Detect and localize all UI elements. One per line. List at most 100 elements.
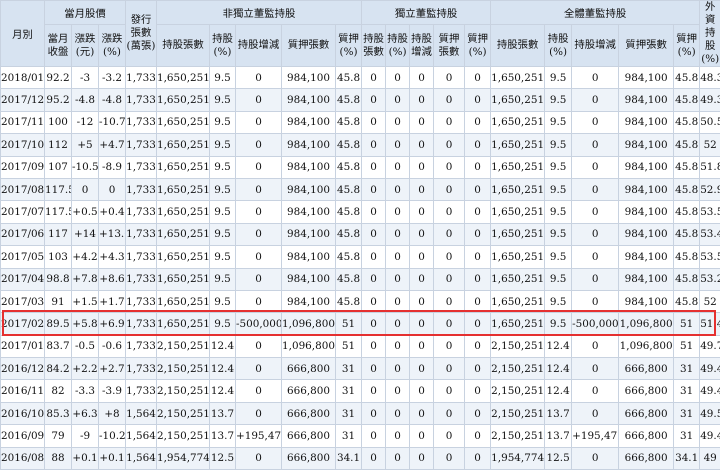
table-row: 2017/10112+5+4.71,7331,650,2519.50984,10… bbox=[1, 134, 720, 156]
month-cell[interactable]: 2017/08 bbox=[1, 178, 45, 200]
month-cell[interactable]: 2017/12 bbox=[1, 89, 45, 111]
month-cell[interactable]: 2016/12 bbox=[1, 358, 45, 380]
all-hold-change-cell: 0 bbox=[572, 67, 619, 89]
month-cell[interactable]: 2017/02 bbox=[1, 313, 45, 335]
month-cell[interactable]: 2017/03 bbox=[1, 290, 45, 312]
all-pledge-pct-cell: 45.8 bbox=[674, 201, 700, 223]
table-row: 2017/07117.5+0.5+0.41,7331,650,2519.5098… bbox=[1, 201, 720, 223]
month-cell[interactable]: 2017/06 bbox=[1, 223, 45, 245]
table-row: 2016/1182-3.3-3.91,7332,150,25112.40666,… bbox=[1, 380, 720, 402]
non-indep-hold-change-cell: 0 bbox=[236, 111, 282, 133]
month-cell[interactable]: 2017/05 bbox=[1, 246, 45, 268]
non-indep-pledge-pct-cell: 51 bbox=[336, 335, 362, 357]
non-indep-pledge-cell: 1,096,800 bbox=[282, 335, 336, 357]
issued-shares-cell: 1,733 bbox=[126, 313, 157, 335]
all-pledge-cell: 984,100 bbox=[619, 201, 674, 223]
table-row: 2017/0498.8+7.8+8.61,7331,650,2519.50984… bbox=[1, 268, 720, 290]
price-change-pct-cell: -3.2 bbox=[99, 67, 126, 89]
non-indep-hold-cell: 1,650,251 bbox=[157, 89, 210, 111]
table-row: 2017/0391+1.5+1.71,7331,650,2519.50984,1… bbox=[1, 290, 720, 312]
header-non-independent-directors: 非獨立董監持股 bbox=[157, 1, 362, 25]
all-pledge-pct-cell: 31 bbox=[674, 358, 700, 380]
issued-shares-cell: 1,733 bbox=[126, 67, 157, 89]
indep-pledge-cell: 0 bbox=[434, 223, 465, 245]
all-hold-pct-cell: 9.5 bbox=[545, 201, 572, 223]
indep-pledge-cell: 0 bbox=[434, 246, 465, 268]
all-hold-change-cell: 0 bbox=[572, 178, 619, 200]
month-cell[interactable]: 2018/01 bbox=[1, 67, 45, 89]
indep-hold-change-cell: 0 bbox=[410, 358, 434, 380]
indep-hold-cell: 0 bbox=[362, 67, 386, 89]
indep-pledge-cell: 0 bbox=[434, 111, 465, 133]
foreign-holding-cell: 52 bbox=[700, 134, 720, 156]
price-change-cell: -9 bbox=[72, 425, 99, 447]
price-change-cell: +5 bbox=[72, 134, 99, 156]
price-change-cell: +7.8 bbox=[72, 268, 99, 290]
issued-shares-cell: 1,733 bbox=[126, 111, 157, 133]
non-indep-pledge-pct-cell: 31 bbox=[336, 358, 362, 380]
close-price-cell: 117.5 bbox=[45, 201, 72, 223]
month-cell[interactable]: 2017/04 bbox=[1, 268, 45, 290]
foreign-holding-cell: 53.2 bbox=[700, 268, 720, 290]
indep-hold-cell: 0 bbox=[362, 447, 386, 469]
indep-hold-change-cell: 0 bbox=[410, 380, 434, 402]
non-indep-pledge-pct-cell: 45.8 bbox=[336, 201, 362, 223]
month-cell[interactable]: 2017/07 bbox=[1, 201, 45, 223]
non-indep-pledge-cell: 984,100 bbox=[282, 268, 336, 290]
non-indep-hold-cell: 1,650,251 bbox=[157, 201, 210, 223]
non-indep-pledge-pct-cell: 45.8 bbox=[336, 134, 362, 156]
all-pledge-cell: 984,100 bbox=[619, 89, 674, 111]
issued-shares-cell: 1,733 bbox=[126, 134, 157, 156]
all-pledge-pct-cell: 45.8 bbox=[674, 246, 700, 268]
indep-hold-pct-cell: 0 bbox=[386, 111, 410, 133]
price-change-cell: -12 bbox=[72, 111, 99, 133]
all-pledge-pct-cell: 45.8 bbox=[674, 178, 700, 200]
non-indep-hold-pct-cell: 13.7 bbox=[210, 425, 236, 447]
all-hold-pct-cell: 9.5 bbox=[545, 156, 572, 178]
month-cell[interactable]: 2016/08 bbox=[1, 447, 45, 469]
all-hold-cell: 2,150,251 bbox=[491, 335, 545, 357]
close-price-cell: 84.2 bbox=[45, 358, 72, 380]
price-change-pct-cell: +4.7 bbox=[99, 134, 126, 156]
all-hold-cell: 1,650,251 bbox=[491, 67, 545, 89]
month-cell[interactable]: 2016/10 bbox=[1, 402, 45, 424]
month-cell[interactable]: 2016/09 bbox=[1, 425, 45, 447]
non-indep-pledge-cell: 984,100 bbox=[282, 89, 336, 111]
header-issued-shares: 發行張數(萬張) bbox=[126, 1, 157, 67]
issued-shares-cell: 1,733 bbox=[126, 201, 157, 223]
issued-shares-cell: 1,733 bbox=[126, 223, 157, 245]
all-hold-change-cell: 0 bbox=[572, 156, 619, 178]
indep-pledge-pct-cell: 0 bbox=[465, 156, 491, 178]
indep-pledge-pct-cell: 0 bbox=[465, 402, 491, 424]
indep-hold-cell: 0 bbox=[362, 268, 386, 290]
indep-hold-cell: 0 bbox=[362, 134, 386, 156]
non-indep-hold-pct-cell: 12.4 bbox=[210, 335, 236, 357]
non-indep-hold-pct-cell: 9.5 bbox=[210, 246, 236, 268]
all-hold-pct-cell: 9.5 bbox=[545, 111, 572, 133]
month-cell[interactable]: 2017/01 bbox=[1, 335, 45, 357]
issued-shares-cell: 1,733 bbox=[126, 268, 157, 290]
indep-hold-change-cell: 0 bbox=[410, 425, 434, 447]
indep-hold-cell: 0 bbox=[362, 380, 386, 402]
table-row: 2017/0289.5+5.8+6.91,7331,650,2519.5-500… bbox=[1, 313, 720, 335]
month-cell[interactable]: 2017/11 bbox=[1, 111, 45, 133]
price-change-pct-cell: -3.9 bbox=[99, 380, 126, 402]
table-row: 2016/1085.3+6.3+81,5642,150,25113.70666,… bbox=[1, 402, 720, 424]
close-price-cell: 89.5 bbox=[45, 313, 72, 335]
close-price-cell: 82 bbox=[45, 380, 72, 402]
non-indep-hold-pct-cell: 9.5 bbox=[210, 67, 236, 89]
non-indep-pledge-cell: 666,800 bbox=[282, 447, 336, 469]
non-indep-hold-change-cell: -500,000 bbox=[236, 313, 282, 335]
month-cell[interactable]: 2017/10 bbox=[1, 134, 45, 156]
non-indep-hold-cell: 1,954,774 bbox=[157, 447, 210, 469]
all-hold-change-cell: +195,477 bbox=[572, 425, 619, 447]
month-cell[interactable]: 2016/11 bbox=[1, 380, 45, 402]
close-price-cell: 98.8 bbox=[45, 268, 72, 290]
month-cell[interactable]: 2017/09 bbox=[1, 156, 45, 178]
all-pledge-cell: 984,100 bbox=[619, 156, 674, 178]
price-change-cell: 0 bbox=[72, 178, 99, 200]
header-indep-hold: 持股張數 bbox=[362, 25, 386, 67]
header-change-pct: 漲跌(%) bbox=[99, 25, 126, 67]
non-indep-pledge-pct-cell: 45.8 bbox=[336, 223, 362, 245]
non-indep-pledge-pct-cell: 45.8 bbox=[336, 67, 362, 89]
